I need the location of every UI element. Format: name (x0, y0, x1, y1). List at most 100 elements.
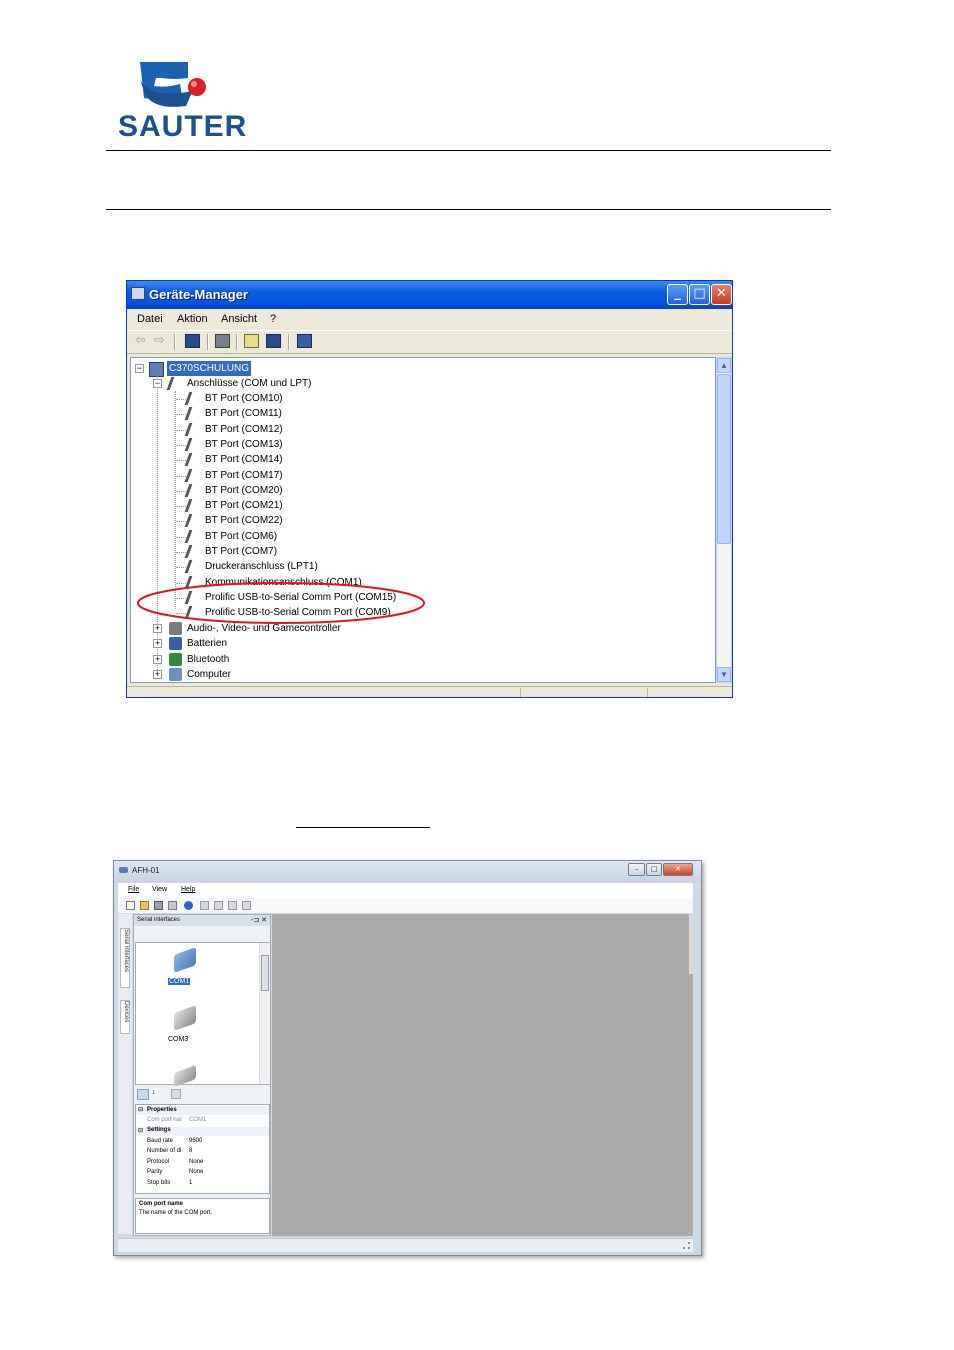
print-icon[interactable] (168, 901, 177, 910)
com-port-item[interactable]: COM1 (166, 946, 202, 995)
property-value[interactable]: COM1 (189, 1117, 206, 1123)
category-item[interactable]: Bluetooth (187, 652, 229, 667)
expand-toggle[interactable]: + (153, 654, 162, 664)
save-icon[interactable] (154, 901, 163, 910)
com-port-item[interactable]: COM3 (166, 1004, 202, 1053)
com-port-label: COM1 (168, 978, 191, 985)
tree-line (175, 391, 176, 609)
menu-help[interactable]: ? (270, 313, 276, 325)
port-item[interactable]: BT Port (COM10) (205, 391, 283, 406)
new-file-icon[interactable] (126, 901, 135, 910)
workspace-scrollbar[interactable] (689, 914, 693, 974)
collapse-icon[interactable]: ⊟ (138, 1127, 143, 1134)
property-pages-icon[interactable] (171, 1089, 181, 1099)
property-value[interactable]: None (189, 1169, 203, 1175)
menu-help[interactable]: Help (181, 886, 195, 893)
pin-close-icon[interactable]: -⊐ ✕ (251, 916, 267, 924)
port-connector-icon (184, 437, 206, 451)
scroll-thumb[interactable] (717, 374, 731, 544)
property-value[interactable]: 8 (189, 1148, 192, 1154)
expand-toggle[interactable]: + (153, 669, 162, 679)
port-item[interactable]: BT Port (COM12) (205, 422, 283, 437)
export-icon[interactable] (242, 901, 251, 910)
help-pane-icon[interactable] (266, 334, 281, 348)
device-manager-title: Geräte-Manager (149, 287, 248, 302)
list-scrollbar[interactable] (259, 943, 270, 1084)
sort-alpha-icon[interactable]: ↓ (152, 1089, 163, 1100)
afh-minimize-button[interactable]: – (628, 863, 645, 876)
port-item[interactable]: BT Port (COM17) (205, 468, 283, 483)
menu-ansicht[interactable]: Ansicht (221, 313, 257, 325)
categorized-icon[interactable] (137, 1089, 149, 1100)
forward-arrow-icon[interactable]: ⇨ (154, 333, 169, 348)
port-item[interactable]: BT Port (COM22) (205, 513, 283, 528)
minimize-button[interactable]: _ (667, 284, 688, 305)
logo-mark-icon (140, 62, 206, 107)
properties-icon[interactable] (244, 334, 259, 348)
device-manager-titlebar[interactable]: Geräte-Manager _ □ ✕ (127, 281, 732, 309)
workspace-area (272, 914, 693, 1236)
tree-root-label[interactable]: C370SCHULUNG (167, 361, 252, 376)
port-item[interactable]: BT Port (COM7) (205, 544, 277, 559)
report-icon[interactable] (228, 901, 237, 910)
close-button[interactable]: ✕ (711, 284, 732, 305)
device-manager-window: Geräte-Manager _ □ ✕ Datei Aktion Ansich… (126, 280, 733, 698)
afh-maximize-button[interactable]: □ (646, 863, 662, 876)
tab-devices[interactable]: Devices (120, 1000, 130, 1034)
menu-file[interactable]: File (128, 886, 139, 893)
copy-icon[interactable] (200, 901, 209, 910)
port-item[interactable]: BT Port (COM6) (205, 529, 277, 544)
grid-icon[interactable] (214, 901, 223, 910)
panel-title-bar: Serial interfaces -⊐ ✕ (134, 915, 270, 926)
list-scroll-thumb[interactable] (261, 955, 269, 991)
port-item[interactable]: BT Port (COM14) (205, 452, 283, 467)
tree-line (176, 552, 186, 553)
collapse-icon[interactable]: ⊟ (138, 1106, 143, 1113)
port-connector-icon (184, 560, 206, 574)
port-item[interactable]: BT Port (COM21) (205, 498, 283, 513)
category-item[interactable]: Computer (187, 667, 231, 682)
tree-line (176, 490, 186, 492)
console-tree-icon[interactable] (185, 334, 200, 348)
menu-aktion[interactable]: Aktion (177, 313, 208, 325)
port-connector-icon (184, 483, 206, 497)
property-value[interactable]: 1 (189, 1180, 192, 1186)
collapse-toggle[interactable]: − (153, 379, 162, 388)
scan-hardware-icon[interactable] (297, 334, 312, 348)
port-item[interactable]: BT Port (COM20) (205, 483, 283, 498)
menu-datei[interactable]: Datei (137, 313, 163, 325)
afh-close-button[interactable]: ✕ (663, 863, 693, 876)
port-item[interactable]: Druckeranschluss (LPT1) (205, 559, 318, 574)
scroll-down-icon[interactable]: ▼ (717, 667, 731, 682)
port-item[interactable]: BT Port (COM11) (205, 406, 282, 421)
tab-serial-interfaces[interactable]: Serial interfaces (120, 928, 130, 988)
serial-connector-icon (174, 1004, 196, 1032)
afh-menubar: File View Help (118, 883, 693, 898)
port-item[interactable]: BT Port (COM13) (205, 437, 283, 452)
scroll-up-icon[interactable]: ▲ (717, 358, 731, 373)
tree-scrollbar[interactable]: ▲ ▼ (716, 357, 732, 683)
property-value[interactable]: None (189, 1159, 203, 1165)
print-icon[interactable] (215, 334, 230, 348)
property-value[interactable]: 9600 (189, 1138, 202, 1144)
property-toolbar: ↓ (135, 1088, 270, 1102)
category-item[interactable]: Batterien (187, 636, 227, 651)
app-icon (119, 867, 128, 873)
back-arrow-icon[interactable]: ⇦ (135, 333, 150, 348)
collapse-toggle[interactable]: − (135, 364, 144, 373)
expand-toggle[interactable]: + (153, 639, 162, 649)
computer-icon (149, 362, 164, 377)
device-manager-menubar: Datei Aktion Ansicht ? (127, 309, 732, 329)
port-connector-icon (184, 407, 206, 421)
menu-view[interactable]: View (152, 886, 167, 893)
port-connector-icon (184, 392, 206, 405)
panel-title: Serial interfaces (137, 917, 181, 923)
afh-titlebar[interactable]: AFH-01 – □ ✕ (114, 861, 701, 882)
property-label: Baud rate (147, 1138, 174, 1144)
maximize-button[interactable]: □ (689, 284, 710, 305)
open-folder-icon[interactable] (140, 901, 149, 910)
group-ports-label[interactable]: Anschlüsse (COM und LPT) (187, 376, 312, 391)
resize-grip-icon[interactable] (683, 1242, 690, 1249)
help-icon[interactable] (184, 901, 193, 910)
port-connector-icon (184, 545, 206, 558)
